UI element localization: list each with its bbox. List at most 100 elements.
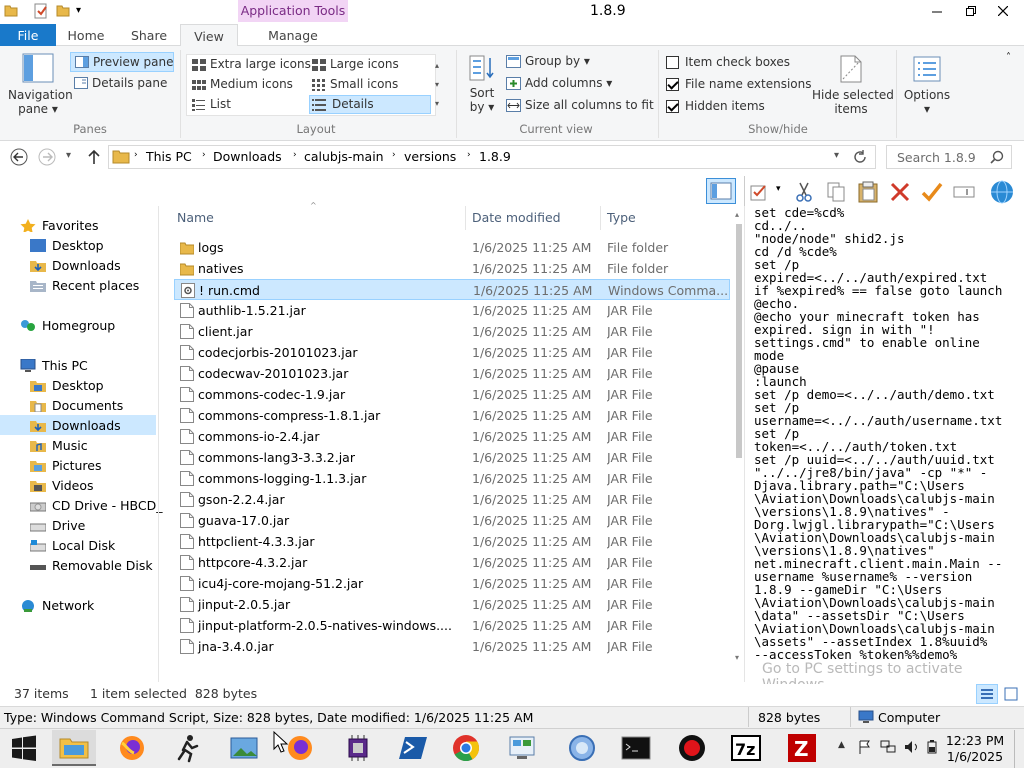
nav-removable-disk[interactable]: Removable Disk [20, 555, 153, 575]
taskbar-file-explorer[interactable] [52, 730, 96, 766]
taskbar-powershell[interactable] [392, 730, 436, 766]
file-row[interactable]: codecwav-20101023.jar 1/6/2025 11:25 AM JA… [174, 363, 730, 384]
nav-cd-drive[interactable]: CD Drive - HBCD_ [20, 495, 162, 515]
details-view-toggle[interactable] [976, 684, 998, 704]
breadcrumb-calubjs-main[interactable]: calubjs-main [304, 149, 384, 164]
quick-access-dropdown-icon[interactable]: ▾ [76, 5, 81, 16]
nav-pc-desktop[interactable]: Desktop [20, 375, 104, 395]
file-row[interactable]: natives 1/6/2025 11:25 AM File folder [174, 258, 730, 279]
file-row[interactable]: icu4j-core-mojang-51.2.jar 1/6/2025 11:25… [174, 573, 730, 594]
nav-downloads[interactable]: Downloads [20, 255, 121, 275]
taskbar-cmd[interactable] [614, 730, 658, 766]
tab-home[interactable]: Home [56, 24, 116, 46]
rename-icon[interactable] [952, 180, 976, 204]
breadcrumb-chevron-icon[interactable]: › [293, 150, 297, 160]
breadcrumb-1-8-9[interactable]: 1.8.9 [479, 149, 511, 164]
small-icons-option[interactable]: Small icons [310, 76, 434, 94]
forward-button[interactable] [36, 147, 58, 167]
nav-this-pc[interactable]: This PC [20, 355, 88, 375]
globe-icon[interactable] [988, 178, 1016, 206]
file-row[interactable]: commons-io-2.4.jar 1/6/2025 11:25 AM JAR F… [174, 426, 730, 447]
taskbar-recorder[interactable] [670, 730, 714, 766]
breadcrumb-downloads[interactable]: Downloads [213, 149, 282, 164]
file-row[interactable]: httpclient-4.3.3.jar 1/6/2025 11:25 AM JAR… [174, 531, 730, 552]
back-button[interactable] [8, 147, 30, 167]
hidden-items-checkbox[interactable] [666, 100, 679, 113]
toolbar-dropdown-icon[interactable]: ▾ [776, 184, 781, 194]
nav-pc-downloads[interactable]: Downloads [20, 415, 121, 435]
show-desktop-button[interactable] [1014, 730, 1015, 768]
nav-pc-videos[interactable]: Videos [20, 475, 94, 495]
refresh-icon[interactable] [852, 149, 868, 165]
preview-scrollbar[interactable]: ▴ ▾ [734, 210, 744, 662]
file-row[interactable]: ! run.cmd 1/6/2025 11:25 AM Windows Comma.… [174, 279, 730, 300]
folder-icon[interactable] [4, 3, 18, 17]
search-icon[interactable] [990, 150, 1004, 164]
tab-manage[interactable]: Manage [240, 24, 346, 46]
column-divider[interactable] [465, 206, 466, 230]
up-button[interactable] [86, 148, 102, 166]
nav-drive[interactable]: Drive [20, 515, 85, 535]
file-name-extensions-toggle[interactable]: File name extensions [666, 76, 812, 94]
show-hidden-icons-icon[interactable]: ▲ [838, 740, 845, 750]
medium-icons-option[interactable]: Medium icons [190, 76, 310, 94]
hide-selected-items-button[interactable]: Hide selected items [812, 54, 894, 118]
volume-icon[interactable] [904, 740, 920, 754]
clock[interactable]: 12:23 PM 1/6/2025 [944, 733, 1006, 765]
taskbar-7zip[interactable]: 7z [724, 730, 768, 766]
preview-pane-button[interactable]: Preview pane [70, 52, 174, 72]
tab-file[interactable]: File [0, 24, 56, 46]
file-row[interactable]: jna-3.4.0.jar 1/6/2025 11:25 AM JAR File [174, 636, 730, 657]
list-option[interactable]: List [190, 96, 310, 114]
start-button[interactable] [2, 730, 46, 766]
file-row[interactable]: commons-lang3-3.3.2.jar 1/6/2025 11:25 AM… [174, 447, 730, 468]
file-row[interactable]: jinput-platform-2.0.5-natives-windows...… [174, 615, 730, 636]
file-row[interactable]: authlib-1.5.21.jar 1/6/2025 11:25 AM JAR F… [174, 300, 730, 321]
item-check-boxes-toggle[interactable]: Item check boxes [666, 54, 806, 72]
nav-desktop[interactable]: Desktop [20, 235, 104, 255]
minimize-button[interactable] [920, 0, 954, 22]
cut-icon[interactable] [792, 180, 816, 204]
column-divider[interactable] [600, 206, 601, 230]
column-header-name[interactable]: Name [177, 210, 214, 225]
file-row[interactable]: commons-codec-1.9.jar 1/6/2025 11:25 AM JA… [174, 384, 730, 405]
breadcrumb-chevron-icon[interactable]: › [392, 150, 396, 160]
file-row[interactable]: client.jar 1/6/2025 11:25 AM JAR File [174, 321, 730, 342]
file-row[interactable]: httpcore-4.3.2.jar 1/6/2025 11:25 AM JAR F… [174, 552, 730, 573]
nav-homegroup[interactable]: Homegroup [20, 315, 115, 335]
file-row[interactable]: gson-2.2.4.jar 1/6/2025 11:25 AM JAR File [174, 489, 730, 510]
layout-gallery-scroll[interactable]: ▴ ▾ ▾ [432, 56, 442, 114]
properties-icon[interactable] [34, 3, 48, 19]
network-tray-icon[interactable] [880, 740, 896, 754]
file-row[interactable]: jinput-2.0.5.jar 1/6/2025 11:25 AM JAR Fil… [174, 594, 730, 615]
restore-button[interactable] [954, 0, 988, 22]
delete-icon[interactable] [888, 180, 912, 204]
tab-share[interactable]: Share [118, 24, 180, 46]
flag-icon[interactable] [858, 740, 872, 754]
tab-view[interactable]: View [180, 24, 238, 47]
hidden-items-toggle[interactable]: Hidden items [666, 98, 806, 116]
file-row[interactable]: codecjorbis-20101023.jar 1/6/2025 11:25 A… [174, 342, 730, 363]
large-icons-option[interactable]: Large icons [310, 56, 434, 74]
breadcrumb-chevron-icon[interactable]: › [134, 150, 138, 160]
nav-local-disk[interactable]: Local Disk [20, 535, 115, 555]
nav-pc-pictures[interactable]: Pictures [20, 455, 102, 475]
extra-large-icons-option[interactable]: Extra large icons [190, 56, 311, 74]
taskbar-control-panel[interactable] [500, 730, 544, 766]
nav-pc-documents[interactable]: Documents [20, 395, 123, 415]
properties-check-icon[interactable] [748, 180, 772, 204]
sort-by-button[interactable]: Sort by ▾ [464, 54, 500, 116]
breadcrumb-chevron-icon[interactable]: › [202, 150, 206, 160]
nav-favorites[interactable]: Favorites [20, 215, 98, 235]
add-columns-button[interactable]: Add columns ▾ [506, 75, 646, 93]
file-row[interactable]: guava-17.0.jar 1/6/2025 11:25 AM JAR File [174, 510, 730, 531]
breadcrumb-versions[interactable]: versions [404, 149, 456, 164]
breadcrumb-this-pc[interactable]: This PC [146, 149, 192, 164]
large-icons-view-toggle[interactable] [1002, 685, 1020, 703]
column-header-date[interactable]: Date modified [472, 210, 561, 225]
item-check-boxes-checkbox[interactable] [666, 56, 679, 69]
battery-icon[interactable] [926, 740, 938, 754]
recent-locations-icon[interactable]: ▾ [66, 150, 71, 161]
nav-network[interactable]: Network [20, 595, 94, 615]
checkmark-icon[interactable] [920, 180, 944, 204]
